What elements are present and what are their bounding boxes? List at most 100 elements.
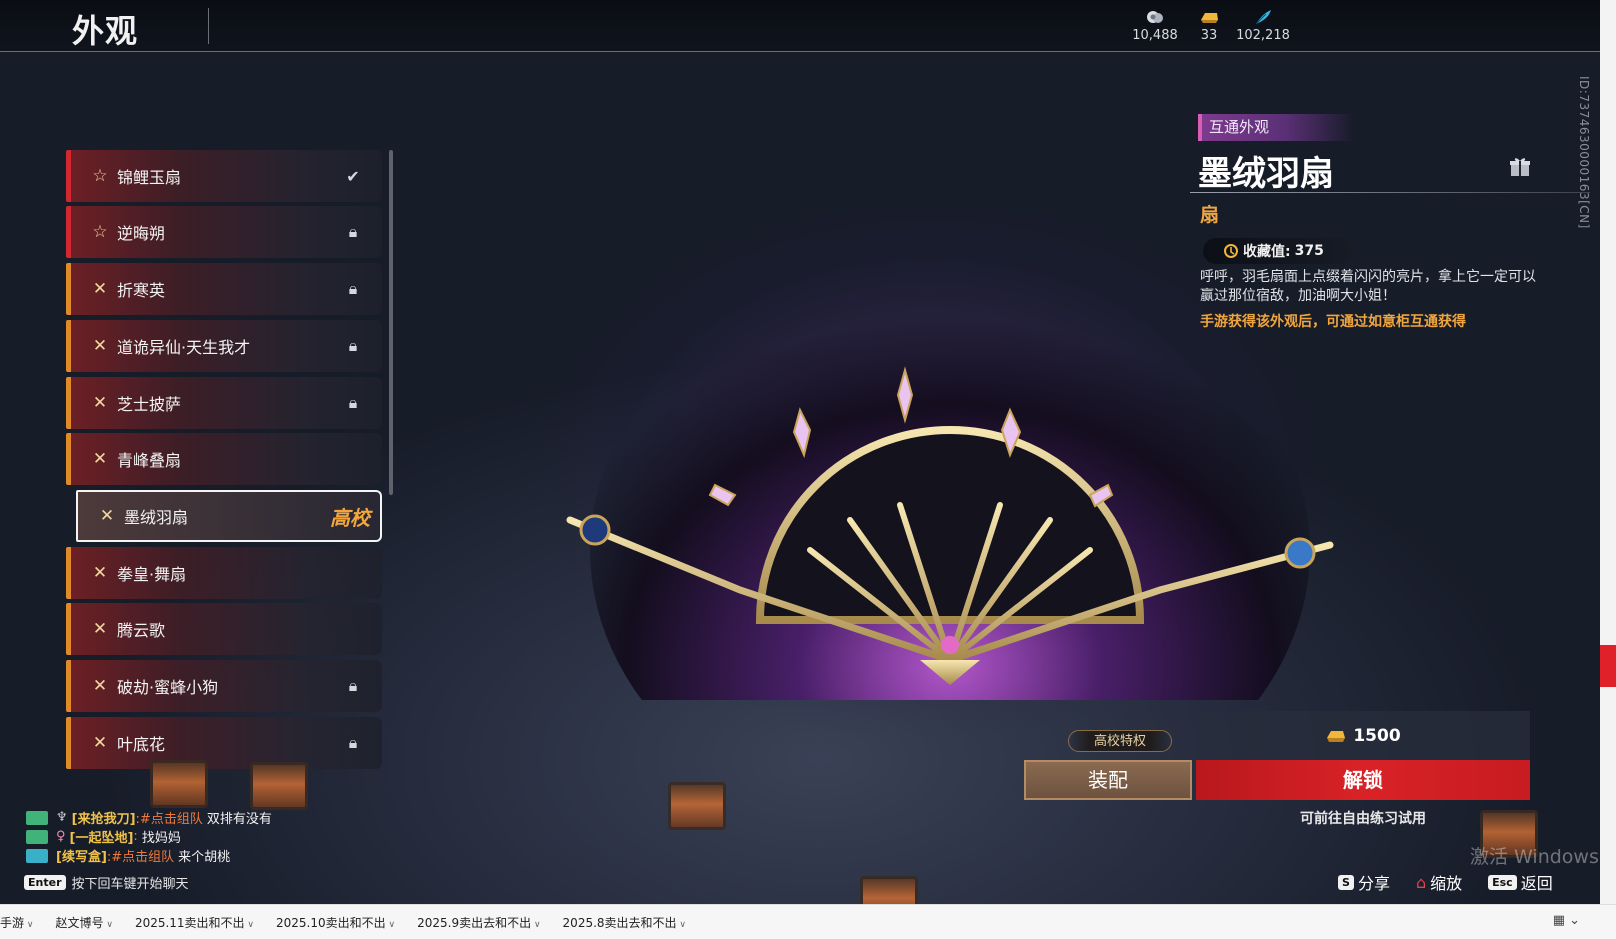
channel-icon (26, 829, 48, 844)
currency-feather: 102,218 (1228, 8, 1298, 43)
item-name: 墨绒羽扇 (1198, 154, 1334, 194)
check-icon: ✔ (346, 166, 360, 186)
windows-activation-watermark: 激活 Windows (1470, 846, 1599, 868)
cross-icon: ✕ (92, 619, 108, 639)
item-description: 呼呼，羽毛扇面上点缀着闪闪的亮片，拿上它一定可以赢过那位宿敌，加油啊大小姐！ (1200, 269, 1536, 304)
lock-icon: 🔒︎ (348, 222, 358, 241)
list-scrollbar[interactable] (389, 150, 393, 495)
grid-view-icon[interactable]: ▦ ⌄ (1553, 913, 1580, 928)
chat-team-link: : (133, 829, 138, 844)
chat-sender[interactable]: [续写盒] (56, 846, 107, 865)
collection-label: 收藏值: (1243, 244, 1291, 260)
list-item[interactable]: ✕ 破劫·蜜蜂小狗 🔒︎ (66, 660, 382, 712)
list-item[interactable]: ✕ 拳皇·舞扇 (66, 547, 382, 599)
list-item-selected[interactable]: ✕ 墨绒羽扇 高校 (76, 490, 382, 542)
chat-panel[interactable]: ♆ [来抢我刀] :#点击组队 双排有没有 ♀ [一起坠地] : 找妈妈 [续写… (26, 808, 272, 865)
cross-icon: ✕ (99, 506, 115, 526)
unlock-button[interactable]: 解锁 (1196, 760, 1530, 800)
zoom-icon: ⌂ (1415, 872, 1427, 892)
chat-line: ♀ [一起坠地] : 找妈妈 (26, 827, 272, 846)
collection-icon (1224, 244, 1238, 258)
lock-icon: 🔒︎ (348, 733, 358, 752)
price-value: 1500 (1353, 726, 1401, 746)
zoom-label[interactable]: 缩放 (1430, 870, 1462, 894)
currency-feather-value: 102,218 (1236, 28, 1290, 43)
list-item-label: 拳皇·舞扇 (117, 565, 187, 584)
channel-icon (26, 848, 48, 863)
price-display: 1500 (1196, 711, 1530, 761)
adjacent-window-highlight (1600, 645, 1616, 687)
appearance-list[interactable]: ☆ 锦鲤玉扇 ✔ ☆ 逆晦朔 🔒︎ ✕ 折寒英 🔒︎ ✕ 道诡异仙·天生我才 🔒… (66, 150, 382, 800)
list-item-label: 破劫·蜜蜂小狗 (117, 678, 219, 697)
chat-sender[interactable]: [一起坠地] (70, 827, 134, 846)
star-icon: ☆ (92, 222, 108, 242)
gift-icon[interactable] (1508, 155, 1532, 179)
watermark-line1: 激活 Windows (1470, 846, 1599, 868)
list-item-label: 道诡异仙·天生我才 (117, 338, 251, 357)
chat-enter-label: 按下回车键开始聊天 (71, 877, 189, 892)
collection-number: 375 (1294, 243, 1324, 259)
lock-icon: 🔒︎ (348, 393, 358, 412)
title-divider (208, 8, 209, 44)
chat-line: [续写盒] :#点击组队 来个胡桃 (26, 846, 272, 865)
cross-icon: ✕ (92, 563, 108, 583)
key-hints: S 分享 ⌂ 缩放 Esc 返回 (1338, 870, 1553, 894)
channel-icon (26, 810, 48, 825)
gold-ingot-icon (1327, 731, 1346, 742)
sheet-tab[interactable]: 2025.10卖出和不出 (276, 914, 395, 931)
bottom-tab-bar: 手游 赵文博号 2025.11卖出和不出 2025.10卖出和不出 2025.9… (0, 904, 1616, 939)
cross-icon: ✕ (92, 676, 108, 696)
interop-badge: 互通外观 (1198, 114, 1354, 141)
sheet-tab[interactable]: 2025.9卖出去和不出 (417, 914, 540, 931)
silver-coin-icon (1147, 11, 1163, 23)
currency-gold-value: 33 (1200, 28, 1218, 43)
sheet-tab[interactable]: 赵文博号 (55, 914, 112, 931)
lantern-decoration (150, 760, 208, 808)
enter-key: Enter (24, 875, 66, 890)
top-bar: 外观 10,488 33 102,218 (0, 0, 1600, 52)
cross-icon: ✕ (92, 733, 108, 753)
name-divider (1190, 192, 1590, 193)
list-item-label: 腾云歌 (117, 621, 166, 640)
esc-key: Esc (1488, 874, 1517, 890)
collection-value: 收藏值: 375 (1203, 238, 1351, 264)
chat-team-link[interactable]: :#点击组队 (107, 846, 174, 865)
list-item[interactable]: ✕ 腾云歌 (66, 603, 382, 655)
sheet-tab[interactable]: 2025.11卖出和不出 (135, 914, 254, 931)
back-label[interactable]: 返回 (1521, 870, 1553, 894)
lock-icon: 🔒︎ (348, 279, 358, 298)
list-item[interactable]: ✕ 道诡异仙·天生我才 🔒︎ (66, 320, 382, 372)
adjacent-window-strip (1600, 0, 1616, 904)
school-tag: 高校 (330, 505, 370, 530)
list-item[interactable]: ✕ 芝士披萨 🔒︎ (66, 377, 382, 429)
list-item[interactable]: ✕ 青峰叠扇 (66, 433, 382, 485)
chat-message: 找妈妈 (141, 831, 181, 846)
list-item[interactable]: ✕ 折寒英 🔒︎ (66, 263, 382, 315)
equip-button[interactable]: 装配 (1024, 760, 1192, 800)
list-item-label: 逆晦朔 (117, 224, 166, 243)
list-item-label: 锦鲤玉扇 (117, 168, 182, 187)
chat-message: 来个胡桃 (178, 850, 231, 865)
sheet-tab[interactable]: 手游 (0, 914, 33, 931)
game-viewport: 外观 10,488 33 102,218 ID:7374630000163[CN… (0, 0, 1600, 904)
lantern-decoration (250, 762, 308, 810)
star-icon: ☆ (92, 166, 108, 186)
list-item[interactable]: ✕ 叶底花 🔒︎ (66, 717, 382, 769)
chat-sender[interactable]: [来抢我刀] (72, 808, 136, 827)
share-key: S (1338, 874, 1354, 890)
cross-icon: ✕ (92, 449, 108, 469)
cross-icon: ✕ (92, 279, 108, 299)
list-item[interactable]: ☆ 锦鲤玉扇 ✔ (66, 150, 382, 202)
currency-silver-value: 10,488 (1132, 28, 1178, 43)
list-item-label: 叶底花 (117, 735, 166, 754)
sheet-tab[interactable]: 2025.8卖出去和不出 (563, 914, 686, 931)
chat-team-link[interactable]: :#点击组队 (136, 808, 203, 827)
feather-token-icon (1255, 10, 1271, 25)
lantern-decoration (668, 782, 726, 830)
list-item-label: 墨绒羽扇 (124, 508, 189, 527)
female-icon: ♀ (56, 829, 66, 844)
list-item-label: 芝士披萨 (117, 395, 182, 414)
list-item[interactable]: ☆ 逆晦朔 🔒︎ (66, 206, 382, 258)
lantern-decoration (860, 876, 918, 904)
share-label[interactable]: 分享 (1358, 870, 1390, 894)
